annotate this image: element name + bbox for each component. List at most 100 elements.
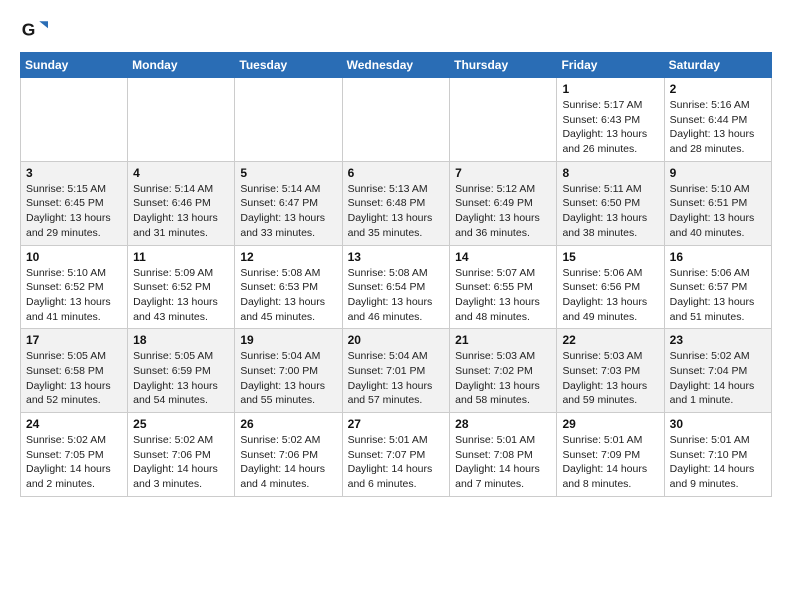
- day-info: Sunrise: 5:10 AM Sunset: 6:52 PM Dayligh…: [26, 266, 122, 325]
- day-info: Sunrise: 5:06 AM Sunset: 6:56 PM Dayligh…: [562, 266, 658, 325]
- day-number: 26: [240, 417, 336, 431]
- calendar-cell: 13 Sunrise: 5:08 AM Sunset: 6:54 PM Dayli…: [342, 245, 450, 329]
- day-number: 16: [670, 250, 766, 264]
- week-row: 17Sunrise: 5:05 AM Sunset: 6:58 PM Dayli…: [21, 329, 772, 413]
- weekday-header: Friday: [557, 53, 664, 78]
- day-number: 23: [670, 333, 766, 347]
- day-number: 29: [562, 417, 658, 431]
- calendar-cell: 24 Sunrise: 5:02 AM Sunset: 7:05 PM Dayli…: [21, 413, 128, 497]
- weekday-header: Saturday: [664, 53, 771, 78]
- svg-text:G: G: [22, 19, 36, 39]
- day-number: 5: [240, 166, 336, 180]
- day-info: Sunrise: 5:14 AM Sunset: 6:46 PM Dayligh…: [133, 182, 229, 241]
- day-info: Sunrise: 5:06 AM Sunset: 6:57 PM Dayligh…: [670, 266, 766, 325]
- weekday-header: Sunday: [21, 53, 128, 78]
- calendar-cell: [235, 78, 342, 162]
- day-info: Sunrise: 5:01 AM Sunset: 7:09 PM Dayligh…: [562, 433, 658, 492]
- page-header: G: [20, 16, 772, 44]
- calendar-cell: 14 Sunrise: 5:07 AM Sunset: 6:55 PM Dayli…: [450, 245, 557, 329]
- day-info: Sunrise: 5:01 AM Sunset: 7:08 PM Dayligh…: [455, 433, 551, 492]
- day-number: 27: [348, 417, 445, 431]
- day-number: 15: [562, 250, 658, 264]
- weekday-header-row: SundayMondayTuesdayWednesdayThursdayFrid…: [21, 53, 772, 78]
- weekday-header: Monday: [128, 53, 235, 78]
- day-info: Sunrise: 5:17 AM Sunset: 6:43 PM Dayligh…: [562, 98, 658, 157]
- day-info: Sunrise: 5:11 AM Sunset: 6:50 PM Dayligh…: [562, 182, 658, 241]
- day-info: Sunrise: 5:05 AM Sunset: 6:59 PM Dayligh…: [133, 349, 229, 408]
- calendar-cell: 2 Sunrise: 5:16 AM Sunset: 6:44 PM Daylig…: [664, 78, 771, 162]
- day-info: Sunrise: 5:08 AM Sunset: 6:54 PM Dayligh…: [348, 266, 445, 325]
- calendar-cell: 25 Sunrise: 5:02 AM Sunset: 7:06 PM Dayli…: [128, 413, 235, 497]
- calendar-cell: 8 Sunrise: 5:11 AM Sunset: 6:50 PM Daylig…: [557, 161, 664, 245]
- calendar-cell: 15 Sunrise: 5:06 AM Sunset: 6:56 PM Dayli…: [557, 245, 664, 329]
- calendar: SundayMondayTuesdayWednesdayThursdayFrid…: [20, 52, 772, 497]
- day-info: Sunrise: 5:09 AM Sunset: 6:52 PM Dayligh…: [133, 266, 229, 325]
- day-info: Sunrise: 5:02 AM Sunset: 7:05 PM Dayligh…: [26, 433, 122, 492]
- day-info: Sunrise: 5:02 AM Sunset: 7:06 PM Dayligh…: [133, 433, 229, 492]
- calendar-cell: 18 Sunrise: 5:05 AM Sunset: 6:59 PM Dayli…: [128, 329, 235, 413]
- day-info: Sunrise: 5:04 AM Sunset: 7:01 PM Dayligh…: [348, 349, 445, 408]
- day-number: 17: [26, 333, 122, 347]
- calendar-cell: 12Sunrise: 5:08 AM Sunset: 6:53 PM Dayli…: [235, 245, 342, 329]
- calendar-cell: 29 Sunrise: 5:01 AM Sunset: 7:09 PM Dayli…: [557, 413, 664, 497]
- day-number: 9: [670, 166, 766, 180]
- day-info: Sunrise: 5:10 AM Sunset: 6:51 PM Dayligh…: [670, 182, 766, 241]
- day-info: Sunrise: 5:16 AM Sunset: 6:44 PM Dayligh…: [670, 98, 766, 157]
- day-number: 14: [455, 250, 551, 264]
- day-number: 11: [133, 250, 229, 264]
- calendar-cell: 7 Sunrise: 5:12 AM Sunset: 6:49 PM Daylig…: [450, 161, 557, 245]
- calendar-cell: 30Sunrise: 5:01 AM Sunset: 7:10 PM Dayli…: [664, 413, 771, 497]
- calendar-cell: [342, 78, 450, 162]
- day-number: 25: [133, 417, 229, 431]
- day-info: Sunrise: 5:03 AM Sunset: 7:03 PM Dayligh…: [562, 349, 658, 408]
- day-number: 24: [26, 417, 122, 431]
- day-info: Sunrise: 5:12 AM Sunset: 6:49 PM Dayligh…: [455, 182, 551, 241]
- day-number: 20: [348, 333, 445, 347]
- day-number: 21: [455, 333, 551, 347]
- calendar-cell: 21Sunrise: 5:03 AM Sunset: 7:02 PM Dayli…: [450, 329, 557, 413]
- day-number: 7: [455, 166, 551, 180]
- day-info: Sunrise: 5:02 AM Sunset: 7:04 PM Dayligh…: [670, 349, 766, 408]
- day-number: 6: [348, 166, 445, 180]
- weekday-header: Wednesday: [342, 53, 450, 78]
- calendar-cell: [450, 78, 557, 162]
- day-number: 13: [348, 250, 445, 264]
- day-number: 3: [26, 166, 122, 180]
- day-number: 22: [562, 333, 658, 347]
- week-row: 1Sunrise: 5:17 AM Sunset: 6:43 PM Daylig…: [21, 78, 772, 162]
- day-number: 28: [455, 417, 551, 431]
- day-info: Sunrise: 5:01 AM Sunset: 7:10 PM Dayligh…: [670, 433, 766, 492]
- day-info: Sunrise: 5:07 AM Sunset: 6:55 PM Dayligh…: [455, 266, 551, 325]
- calendar-cell: 28 Sunrise: 5:01 AM Sunset: 7:08 PM Dayli…: [450, 413, 557, 497]
- calendar-cell: 11 Sunrise: 5:09 AM Sunset: 6:52 PM Dayli…: [128, 245, 235, 329]
- day-info: Sunrise: 5:01 AM Sunset: 7:07 PM Dayligh…: [348, 433, 445, 492]
- day-info: Sunrise: 5:13 AM Sunset: 6:48 PM Dayligh…: [348, 182, 445, 241]
- logo-icon: G: [20, 16, 48, 44]
- calendar-cell: 6 Sunrise: 5:13 AM Sunset: 6:48 PM Daylig…: [342, 161, 450, 245]
- day-number: 18: [133, 333, 229, 347]
- week-row: 24 Sunrise: 5:02 AM Sunset: 7:05 PM Dayli…: [21, 413, 772, 497]
- day-number: 2: [670, 82, 766, 96]
- calendar-cell: 19 Sunrise: 5:04 AM Sunset: 7:00 PM Dayli…: [235, 329, 342, 413]
- day-number: 4: [133, 166, 229, 180]
- calendar-cell: 17Sunrise: 5:05 AM Sunset: 6:58 PM Dayli…: [21, 329, 128, 413]
- calendar-cell: 4 Sunrise: 5:14 AM Sunset: 6:46 PM Daylig…: [128, 161, 235, 245]
- day-info: Sunrise: 5:15 AM Sunset: 6:45 PM Dayligh…: [26, 182, 122, 241]
- logo: G: [20, 16, 52, 44]
- calendar-cell: 9 Sunrise: 5:10 AM Sunset: 6:51 PM Daylig…: [664, 161, 771, 245]
- calendar-cell: [21, 78, 128, 162]
- day-info: Sunrise: 5:02 AM Sunset: 7:06 PM Dayligh…: [240, 433, 336, 492]
- day-number: 8: [562, 166, 658, 180]
- week-row: 10Sunrise: 5:10 AM Sunset: 6:52 PM Dayli…: [21, 245, 772, 329]
- calendar-cell: 16 Sunrise: 5:06 AM Sunset: 6:57 PM Dayli…: [664, 245, 771, 329]
- day-number: 12: [240, 250, 336, 264]
- week-row: 3 Sunrise: 5:15 AM Sunset: 6:45 PM Daylig…: [21, 161, 772, 245]
- day-info: Sunrise: 5:04 AM Sunset: 7:00 PM Dayligh…: [240, 349, 336, 408]
- day-number: 19: [240, 333, 336, 347]
- day-info: Sunrise: 5:14 AM Sunset: 6:47 PM Dayligh…: [240, 182, 336, 241]
- calendar-cell: 23 Sunrise: 5:02 AM Sunset: 7:04 PM Dayli…: [664, 329, 771, 413]
- calendar-cell: 10Sunrise: 5:10 AM Sunset: 6:52 PM Dayli…: [21, 245, 128, 329]
- calendar-cell: 1Sunrise: 5:17 AM Sunset: 6:43 PM Daylig…: [557, 78, 664, 162]
- calendar-cell: 3 Sunrise: 5:15 AM Sunset: 6:45 PM Daylig…: [21, 161, 128, 245]
- calendar-cell: 22 Sunrise: 5:03 AM Sunset: 7:03 PM Dayli…: [557, 329, 664, 413]
